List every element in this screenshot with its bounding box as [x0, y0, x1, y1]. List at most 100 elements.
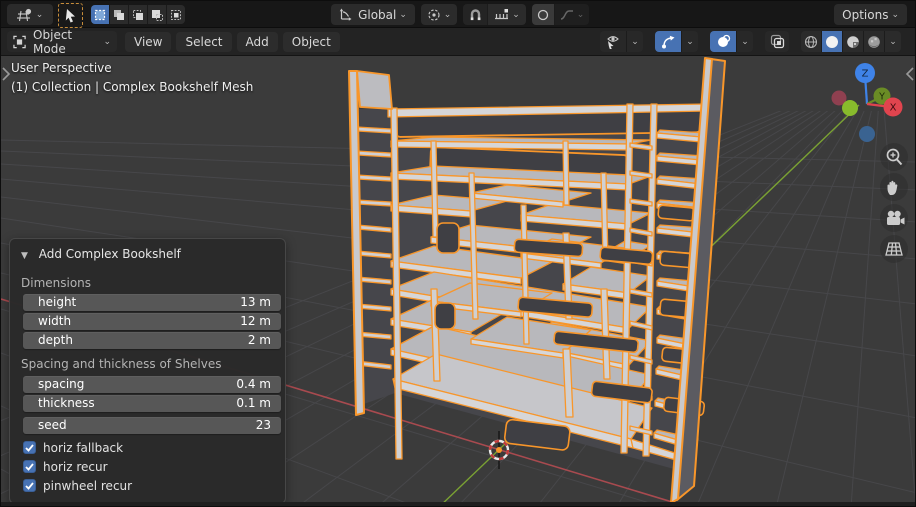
pinwheel-recur-checkbox[interactable]: [23, 479, 36, 492]
magnet-icon: [469, 8, 482, 21]
select-mode-set[interactable]: [91, 5, 110, 24]
horiz-fallback-row: horiz fallback: [23, 440, 123, 455]
check-icon: [25, 444, 34, 452]
viewport-controls: ⌄ ⌄ ⌄: [600, 31, 901, 52]
wireframe-icon: [804, 35, 818, 49]
falloff-dropdown[interactable]: ⌄: [555, 4, 589, 25]
shading-wireframe[interactable]: [801, 31, 822, 52]
material-preview-icon: [846, 35, 860, 49]
gizmo-neg-y-ball[interactable]: [842, 100, 858, 116]
navigation-gizmo[interactable]: Z Y X: [827, 53, 907, 145]
xray-toggle[interactable]: [765, 31, 789, 52]
collapse-triangle-icon: ▼: [21, 251, 28, 261]
menu-object[interactable]: Object: [283, 32, 340, 52]
operator-panel: ▼ Add Complex Bookshelf Dimensions heigh…: [9, 238, 286, 504]
camera-view-button[interactable]: [880, 204, 908, 232]
horiz-recur-checkbox[interactable]: [23, 460, 36, 473]
gizmos-chevron[interactable]: ⌄: [682, 31, 698, 52]
gizmo-neg-z-ball[interactable]: [859, 126, 875, 142]
window-bottom-edge: [1, 502, 916, 506]
cursor-arrow-icon: [64, 8, 77, 23]
select-mode-invert[interactable]: [148, 5, 167, 24]
chevron-down-icon: ⌄: [889, 37, 897, 47]
chevron-down-icon: ⌄: [631, 37, 639, 47]
visibility-chevron[interactable]: ⌄: [627, 31, 643, 52]
chevron-down-icon: ⌄: [686, 37, 694, 47]
height-slider[interactable]: height 13 m: [23, 294, 281, 311]
xray-icon: [770, 34, 785, 49]
chevron-down-icon: ⌄: [577, 10, 585, 20]
orientation-label: Global: [358, 8, 396, 22]
pinwheel-recur-row: pinwheel recur: [23, 478, 132, 493]
select-mode-intersect[interactable]: [167, 5, 185, 24]
options-dropdown[interactable]: Options ⌄: [834, 4, 907, 25]
shading-solid[interactable]: [822, 31, 843, 52]
visibility-dropdown[interactable]: [600, 31, 627, 52]
shading-material[interactable]: [843, 31, 864, 52]
toolbar-expand-arrow[interactable]: [1, 65, 11, 83]
topbar: ⌄: [1, 1, 916, 28]
chevron-down-icon: ⌄: [512, 10, 520, 20]
seed-slider[interactable]: seed 23: [23, 417, 281, 434]
perspective-grid-icon: [882, 238, 906, 260]
snap-toggle[interactable]: [463, 4, 488, 25]
mode-label: Object Mode: [33, 28, 103, 56]
rendered-icon: [867, 35, 881, 49]
show-gizmo-group: ⌄: [600, 31, 643, 52]
transform-cluster: Global ⌄ ⌄ ⌄: [331, 4, 589, 25]
depth-slider[interactable]: depth 2 m: [23, 332, 281, 349]
menu-bar: View Select Add Object: [125, 32, 340, 52]
select-mode-extend[interactable]: [110, 5, 129, 24]
eye-cursor-icon: [605, 34, 621, 49]
hand-icon: [883, 176, 905, 198]
spacing-slider[interactable]: spacing 0.4 m: [23, 376, 281, 393]
increments-icon: [494, 8, 509, 21]
overlays-toggle[interactable]: [710, 31, 737, 52]
orientation-axes-icon: [339, 8, 352, 21]
shading-group: ⌄: [801, 31, 901, 52]
menu-view[interactable]: View: [125, 32, 171, 52]
pinwheel-recur-label: pinwheel recur: [43, 479, 132, 493]
snap-with-dropdown[interactable]: ⌄: [488, 4, 526, 25]
menu-select[interactable]: Select: [176, 32, 231, 52]
chevron-down-icon: ⌄: [36, 10, 44, 20]
mode-dropdown[interactable]: Object Mode ⌄: [7, 31, 117, 52]
chevron-down-icon: ⌄: [741, 37, 749, 47]
gizmo-z-label: Z: [862, 69, 869, 80]
shading-chevron[interactable]: ⌄: [885, 31, 901, 52]
gizmos-toggle[interactable]: [655, 31, 682, 52]
viewport-header: Object Mode ⌄ View Select Add Object ⌄: [1, 28, 916, 56]
overlays-sphere-icon: [716, 34, 731, 49]
active-tool-select-box[interactable]: [58, 3, 83, 28]
solid-icon: [825, 35, 839, 49]
width-slider[interactable]: width 12 m: [23, 313, 281, 330]
options-label: Options: [842, 8, 888, 22]
toggle-orthographic-button[interactable]: [880, 235, 908, 263]
horiz-recur-row: horiz recur: [23, 459, 108, 474]
gizmo-arrow-icon: [661, 34, 676, 49]
orientation-dropdown[interactable]: Global ⌄: [331, 4, 415, 25]
operator-panel-header[interactable]: ▼ Add Complex Bookshelf: [21, 247, 181, 261]
zoom-button[interactable]: [880, 143, 908, 171]
overlays-chevron[interactable]: ⌄: [737, 31, 753, 52]
dimensions-section-label: Dimensions: [21, 276, 91, 290]
select-mode-subtract[interactable]: [129, 5, 148, 24]
active-object-label: (1) Collection | Complex Bookshelf Mesh: [11, 80, 253, 94]
thickness-slider[interactable]: thickness 0.1 m: [23, 395, 281, 412]
proportional-editing-toggle[interactable]: [532, 4, 555, 25]
editor-type-dropdown[interactable]: ⌄: [7, 4, 53, 25]
camera-icon: [882, 207, 906, 229]
pan-button[interactable]: [880, 173, 908, 201]
chevron-down-icon: ⌄: [891, 10, 899, 20]
check-icon: [25, 482, 34, 490]
snap-group: ⌄: [463, 4, 526, 25]
gizmos-group: ⌄: [655, 31, 698, 52]
menu-add[interactable]: Add: [237, 32, 278, 52]
pivot-point-dropdown[interactable]: ⌄: [421, 4, 457, 25]
panel-title: Add Complex Bookshelf: [39, 247, 181, 261]
horiz-fallback-label: horiz fallback: [43, 441, 123, 455]
smooth-curve-icon: [560, 9, 574, 21]
horiz-fallback-checkbox[interactable]: [23, 441, 36, 454]
zoom-icon: [883, 146, 905, 168]
shading-rendered[interactable]: [864, 31, 885, 52]
